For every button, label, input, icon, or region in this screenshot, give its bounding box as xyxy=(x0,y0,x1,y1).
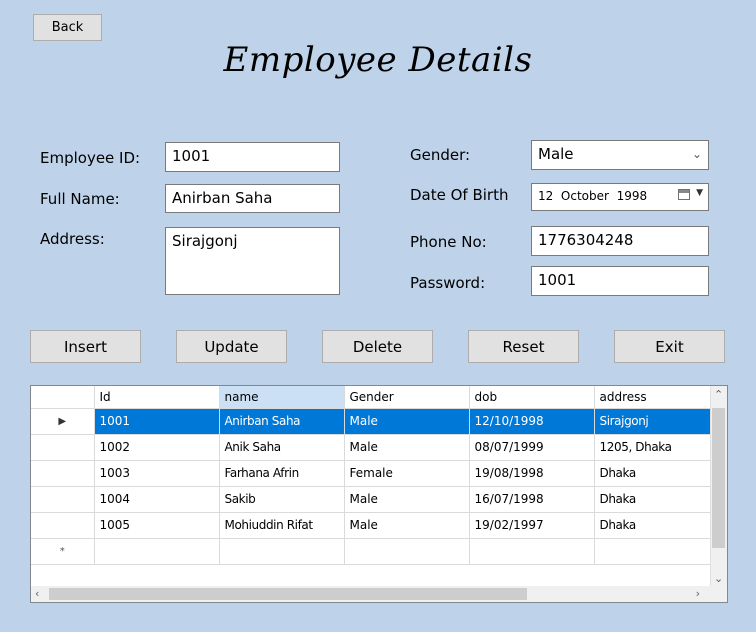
cell-gender[interactable]: Female xyxy=(344,460,470,487)
column-header-gender[interactable]: Gender xyxy=(344,386,470,409)
scroll-up-icon[interactable]: ⌃ xyxy=(714,388,723,401)
cell-name[interactable]: Mohiuddin Rifat xyxy=(219,512,345,539)
column-header-address[interactable]: address xyxy=(594,386,720,409)
full-name-label: Full Name: xyxy=(40,190,120,208)
cell-address[interactable]: 1205, Dhaka xyxy=(594,434,720,461)
cell-gender[interactable]: Male xyxy=(344,512,470,539)
horizontal-scroll-thumb[interactable] xyxy=(49,588,527,600)
cell-empty[interactable] xyxy=(94,538,220,565)
insert-button[interactable]: Insert xyxy=(30,330,141,363)
reset-button[interactable]: Reset xyxy=(468,330,579,363)
horizontal-scrollbar[interactable]: ‹ › xyxy=(31,586,712,602)
current-row-indicator-icon: ▶ xyxy=(31,408,95,435)
cell-name[interactable]: Farhana Afrin xyxy=(219,460,345,487)
scrollbar-corner xyxy=(711,586,727,602)
table-row[interactable]: 1004 Sakib Male 16/07/1998 Dhaka xyxy=(31,486,720,513)
phone-field[interactable]: 1776304248 xyxy=(531,226,709,256)
dob-day: 12 xyxy=(538,189,554,203)
column-header-name[interactable]: name xyxy=(219,386,345,409)
gender-label: Gender: xyxy=(410,146,471,164)
cell-address[interactable]: Sirajgonj xyxy=(594,408,720,435)
cell-dob[interactable]: 16/07/1998 xyxy=(469,486,595,513)
cell-empty[interactable] xyxy=(219,538,345,565)
password-field[interactable]: 1001 xyxy=(531,266,709,296)
row-header[interactable] xyxy=(31,460,95,487)
cell-id[interactable]: 1001 xyxy=(94,408,220,435)
scroll-left-icon[interactable]: ‹ xyxy=(35,587,39,600)
grid-header-row: Id name Gender dob address xyxy=(31,386,720,409)
cell-dob[interactable]: 08/07/1999 xyxy=(469,434,595,461)
new-row-marker-icon: * xyxy=(31,538,95,565)
employee-id-label: Employee ID: xyxy=(40,149,141,167)
cell-empty[interactable] xyxy=(344,538,470,565)
gender-value: Male xyxy=(538,145,574,163)
scroll-down-icon[interactable]: ⌄ xyxy=(714,572,723,585)
cell-empty[interactable] xyxy=(469,538,595,565)
chevron-down-icon: ⌄ xyxy=(691,147,702,161)
cell-id[interactable]: 1002 xyxy=(94,434,220,461)
column-header-dob[interactable]: dob xyxy=(469,386,595,409)
cell-name[interactable]: Sakib xyxy=(219,486,345,513)
row-header[interactable] xyxy=(31,512,95,539)
row-header-corner xyxy=(31,386,95,409)
cell-address[interactable]: Dhaka xyxy=(594,486,720,513)
dropdown-arrow-icon: ▼ xyxy=(696,188,703,198)
cell-gender[interactable]: Male xyxy=(344,434,470,461)
employee-id-field[interactable]: 1001 xyxy=(165,142,340,172)
dob-picker[interactable]: 12 October 1998 ▼ xyxy=(531,183,709,211)
dob-label: Date Of Birth xyxy=(410,186,509,204)
vertical-scrollbar[interactable]: ⌃ ⌄ xyxy=(710,386,727,587)
address-field[interactable]: Sirajgonj xyxy=(165,227,340,295)
cell-dob[interactable]: 19/02/1997 xyxy=(469,512,595,539)
password-label: Password: xyxy=(410,274,486,292)
cell-id[interactable]: 1004 xyxy=(94,486,220,513)
grid-table: Id name Gender dob address ▶ 1001 Anirba… xyxy=(31,386,720,565)
update-button[interactable]: Update xyxy=(176,330,287,363)
vertical-scroll-thumb[interactable] xyxy=(712,408,725,548)
table-row[interactable]: 1002 Anik Saha Male 08/07/1999 1205, Dha… xyxy=(31,434,720,461)
scroll-right-icon[interactable]: › xyxy=(696,587,700,600)
cell-gender[interactable]: Male xyxy=(344,408,470,435)
full-name-field[interactable]: Anirban Saha xyxy=(165,184,340,213)
cell-address[interactable]: Dhaka xyxy=(594,512,720,539)
delete-button[interactable]: Delete xyxy=(322,330,433,363)
cell-id[interactable]: 1005 xyxy=(94,512,220,539)
exit-button[interactable]: Exit xyxy=(614,330,725,363)
back-button[interactable]: Back xyxy=(33,14,102,41)
dob-year: 1998 xyxy=(616,189,648,203)
row-header[interactable] xyxy=(31,486,95,513)
cell-id[interactable]: 1003 xyxy=(94,460,220,487)
column-header-id[interactable]: Id xyxy=(94,386,220,409)
row-header[interactable] xyxy=(31,434,95,461)
dob-month: October xyxy=(560,189,609,203)
cell-dob[interactable]: 12/10/1998 xyxy=(469,408,595,435)
gender-select[interactable]: Male ⌄ xyxy=(531,140,709,170)
cell-gender[interactable]: Male xyxy=(344,486,470,513)
cell-dob[interactable]: 19/08/1998 xyxy=(469,460,595,487)
cell-empty[interactable] xyxy=(594,538,720,565)
calendar-icon xyxy=(678,189,690,200)
table-row[interactable]: ▶ 1001 Anirban Saha Male 12/10/1998 Sira… xyxy=(31,408,720,435)
phone-label: Phone No: xyxy=(410,233,487,251)
address-label: Address: xyxy=(40,230,105,248)
cell-name[interactable]: Anirban Saha xyxy=(219,408,345,435)
cell-address[interactable]: Dhaka xyxy=(594,460,720,487)
new-row[interactable]: * xyxy=(31,538,720,565)
cell-name[interactable]: Anik Saha xyxy=(219,434,345,461)
table-row[interactable]: 1005 Mohiuddin Rifat Male 19/02/1997 Dha… xyxy=(31,512,720,539)
employee-grid[interactable]: Id name Gender dob address ▶ 1001 Anirba… xyxy=(30,385,728,603)
table-row[interactable]: 1003 Farhana Afrin Female 19/08/1998 Dha… xyxy=(31,460,720,487)
page-title: Employee Details xyxy=(223,40,533,80)
